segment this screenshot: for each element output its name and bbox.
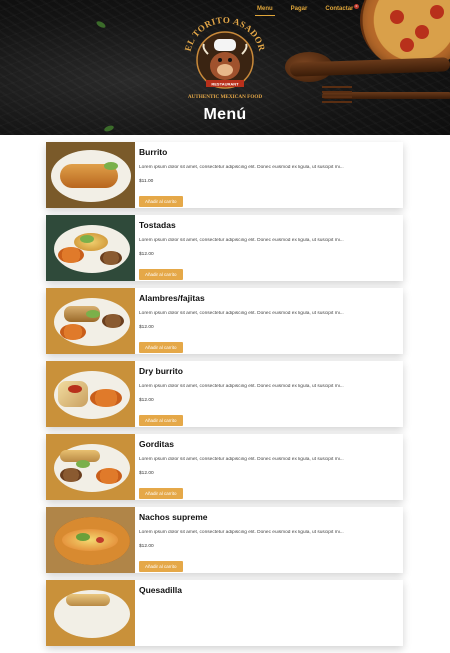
add-to-cart-button[interactable]: Añadir al carrito [139,342,183,353]
menu-item-card: Gorditas Lorem ipsum dolor sit amet, con… [46,434,403,500]
menu-item-price: $12.00 [139,252,154,257]
menu-list: Burrito Lorem ipsum dolor sit amet, cons… [46,142,403,653]
menu-item-card: Nachos supreme Lorem ipsum dolor sit ame… [46,507,403,573]
menu-item-card: Quesadilla [46,580,403,646]
add-to-cart-button[interactable]: Añadir al carrito [139,561,183,572]
add-to-cart-button[interactable]: Añadir al carrito [139,269,183,280]
menu-item-name: Burrito [139,147,168,157]
menu-item-photo [46,288,135,354]
menu-item-name: Nachos supreme [139,512,208,522]
menu-item-description: Lorem ipsum dolor sit amet, consectetur … [139,384,344,389]
menu-item-description: Lorem ipsum dolor sit amet, consectetur … [139,311,344,316]
page-title: Menú [203,106,247,123]
main-nav: Menu Pagar Contactar [255,5,355,16]
menu-item-card: Burrito Lorem ipsum dolor sit amet, cons… [46,142,403,208]
add-to-cart-button[interactable]: Añadir al carrito [139,488,183,499]
menu-item-description: Lorem ipsum dolor sit amet, consectetur … [139,530,344,535]
nav-contactar[interactable]: Contactar [323,5,355,16]
restaurant-logo: EL TORITO ASADOR RESTAURANT AUTHENTIC ME… [180,14,270,106]
menu-item-card: Dry burrito Lorem ipsum dolor sit amet, … [46,361,403,427]
menu-item-name: Dry burrito [139,366,183,376]
menu-item-card: Alambres/fajitas Lorem ipsum dolor sit a… [46,288,403,354]
menu-item-name: Gorditas [139,439,174,449]
menu-item-name: Quesadilla [139,585,182,595]
menu-item-photo [46,142,135,208]
menu-item-card: Tostadas Lorem ipsum dolor sit amet, con… [46,215,403,281]
menu-item-photo [46,507,135,573]
menu-item-price: $12.00 [139,544,154,549]
menu-item-name: Alambres/fajitas [139,293,205,303]
add-to-cart-button[interactable]: Añadir al carrito [139,415,183,426]
menu-item-price: $11.00 [139,179,154,184]
menu-item-photo [46,434,135,500]
nav-pagar[interactable]: Pagar [289,5,310,16]
menu-item-price: $12.00 [139,471,154,476]
menu-item-photo [46,580,135,646]
hero-banner: Menu Pagar Contactar 0 EL TORITO ASADOR … [0,0,450,135]
menu-item-name: Tostadas [139,220,176,230]
menu-item-description: Lorem ipsum dolor sit amet, consectetur … [139,238,344,243]
menu-item-price: $12.00 [139,398,154,403]
add-to-cart-button[interactable]: Añadir al carrito [139,196,183,207]
menu-item-description: Lorem ipsum dolor sit amet, consectetur … [139,457,344,462]
menu-item-price: $12.00 [139,325,154,330]
menu-item-photo [46,215,135,281]
cart-badge[interactable]: 0 [354,4,359,9]
menu-item-description: Lorem ipsum dolor sit amet, consectetur … [139,165,344,170]
menu-item-photo [46,361,135,427]
logo-subtitle-text: RESTAURANT [211,82,239,87]
logo-tagline-text: AUTHENTIC MEXICAN FOOD [188,94,263,100]
